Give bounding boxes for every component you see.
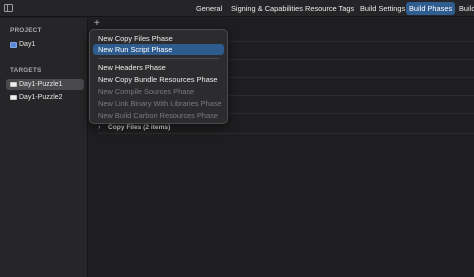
targets-section-header: TARGETS [10,67,42,74]
tab-resource-tags[interactable]: Resource Tags [302,2,357,15]
menu-item-new-build-carbon-resources-phase: New Build Carbon Resources Phase [98,111,218,120]
sidebar-toggle-icon[interactable] [4,4,13,12]
menu-item-new-copy-files-phase[interactable]: New Copy Files Phase [93,33,224,44]
target-item-day1-puzzle2[interactable]: Day1-Puzzle2 [6,92,84,103]
target-item-label: Day1-Puzzle1 [19,81,63,88]
menu-item-new-compile-sources-phase: New Compile Sources Phase [98,87,195,96]
editor-tab-bar: General Signing & Capabilities Resource … [0,0,474,17]
target-item-day1-puzzle1[interactable]: Day1-Puzzle1 [6,79,84,90]
tab-signing-capabilities[interactable]: Signing & Capabilities [228,2,306,15]
xcode-project-icon [10,42,17,48]
tab-build-rules[interactable]: Build [456,2,474,15]
menu-item-new-headers-phase[interactable]: New Headers Phase [93,62,224,73]
menu-item-new-link-binary-phase: New Link Binary With Libraries Phase [98,99,222,108]
project-section-header: PROJECT [10,27,42,34]
xcode-window: General Signing & Capabilities Resource … [0,0,474,277]
menu-item-new-copy-bundle-resources-phase[interactable]: New Copy Bundle Resources Phase [93,74,224,85]
project-item-day1[interactable]: Day1 [6,39,84,50]
menu-item-new-run-script-phase[interactable]: New Run Script Phase [93,44,224,55]
app-target-icon [10,95,17,100]
menu-separator [98,58,219,59]
add-phase-menu: New Copy Files Phase New Run Script Phas… [89,29,228,124]
tab-build-phases[interactable]: Build Phases [406,2,456,15]
app-target-icon [10,82,17,87]
tab-general[interactable]: General [193,2,225,15]
tab-build-settings[interactable]: Build Settings [357,2,408,15]
project-navigator: PROJECT Day1 TARGETS Day1-Puzzle1 Day1-P… [0,18,88,277]
phase-row-label: Copy Files (2 items) [108,124,171,131]
target-item-label: Day1-Puzzle2 [19,94,63,101]
project-item-label: Day1 [19,41,36,48]
